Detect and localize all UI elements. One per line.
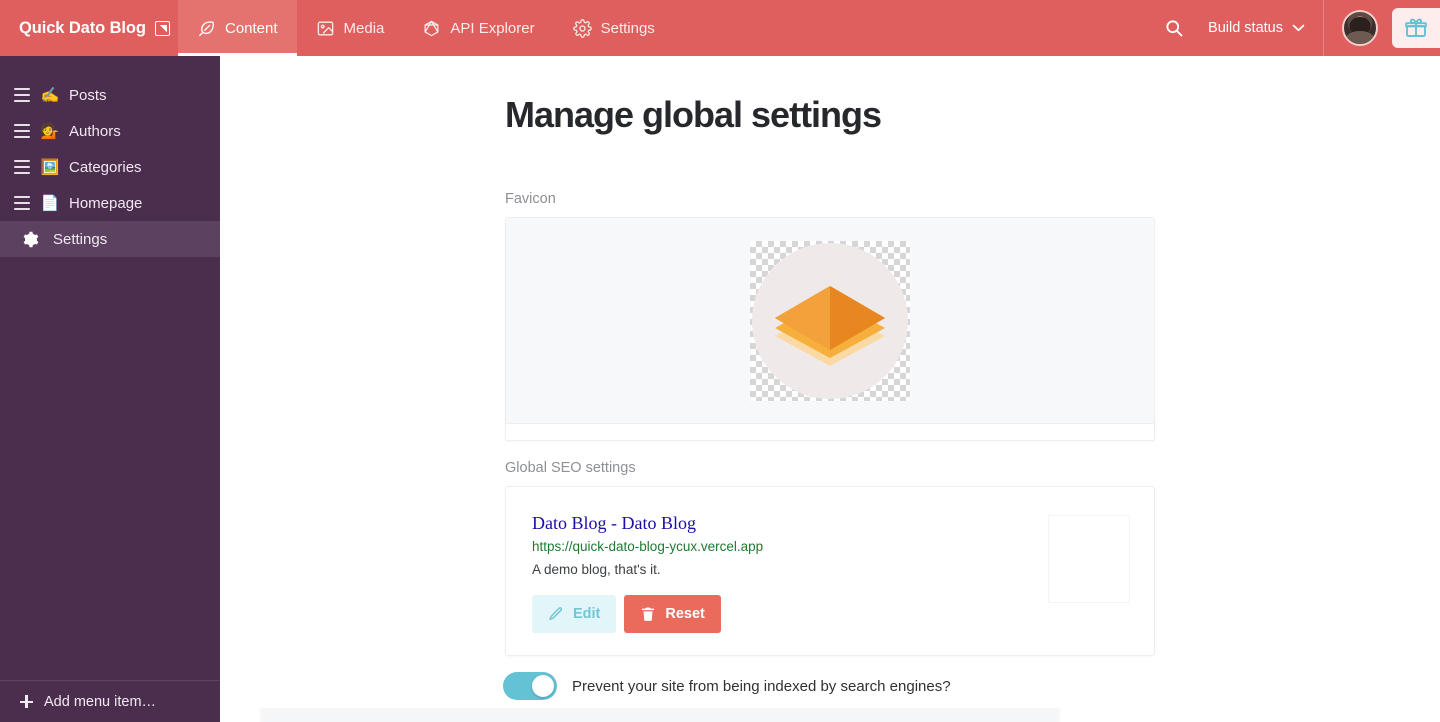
graphql-icon <box>424 20 439 36</box>
drag-handle-icon[interactable] <box>14 88 30 102</box>
gift-button[interactable] <box>1392 8 1440 48</box>
gift-icon <box>1405 18 1427 37</box>
edit-button[interactable]: Edit <box>532 595 617 633</box>
favicon-disc <box>752 242 908 399</box>
person-icon: 💁 <box>40 121 60 140</box>
top-bar-right: Build status <box>1152 0 1440 56</box>
trash-icon <box>642 607 655 621</box>
picture-icon: 🖼️ <box>40 157 60 176</box>
sidebar-menu: ✍️ Posts 💁 Authors 🖼️ Categories 📄 Homep… <box>0 56 220 257</box>
favicon-canvas <box>506 218 1154 424</box>
nav-tab-api-explorer-label: API Explorer <box>450 19 535 37</box>
top-bar: Quick Dato Blog Content Media API Explor… <box>0 0 1440 56</box>
nav-tab-settings-label: Settings <box>600 19 655 37</box>
nav-tab-settings[interactable]: Settings <box>554 0 674 56</box>
favicon-card-footer <box>506 424 1154 440</box>
image-icon <box>317 20 333 36</box>
reset-button[interactable]: Reset <box>624 595 721 633</box>
sidebar-item-settings[interactable]: Settings <box>0 221 220 257</box>
writing-hand-icon: ✍️ <box>40 85 60 104</box>
search-button[interactable] <box>1152 0 1196 56</box>
favicon-image[interactable] <box>750 240 910 401</box>
primary-nav: Content Media API Explorer Settings <box>178 0 674 56</box>
drag-handle-icon[interactable] <box>14 124 30 138</box>
avatar[interactable] <box>1342 10 1378 46</box>
edit-button-label: Edit <box>573 606 601 622</box>
nav-tab-content[interactable]: Content <box>178 0 297 56</box>
build-status-dropdown[interactable]: Build status <box>1196 0 1319 56</box>
favicon-field-label: Favicon <box>505 191 556 207</box>
external-link-icon[interactable] <box>154 20 170 36</box>
top-bar-divider <box>1323 0 1324 56</box>
brand-label: Quick Dato Blog <box>19 18 146 37</box>
seo-field: Global SEO settings Dato Blog - Dato Blo… <box>505 460 1155 656</box>
nav-tab-api-explorer[interactable]: API Explorer <box>403 0 553 56</box>
sidebar-item-settings-label: Settings <box>53 230 108 248</box>
search-icon <box>1166 20 1183 37</box>
seo-preview-description: A demo blog, that's it. <box>532 562 661 577</box>
nav-tab-media[interactable]: Media <box>297 0 404 56</box>
gear-icon <box>23 231 39 247</box>
sidebar-item-homepage-label: Homepage <box>69 194 143 212</box>
seo-preview-url: https://quick-dato-blog-ycux.vercel.app <box>532 539 764 554</box>
orange-layered-diamond-icon <box>775 285 885 366</box>
chevron-down-icon <box>1292 24 1305 32</box>
seo-preview-title[interactable]: Dato Blog - Dato Blog <box>532 513 1036 534</box>
sidebar-item-categories-label: Categories <box>69 158 142 176</box>
nav-tab-media-label: Media <box>343 19 385 37</box>
brand-logo[interactable]: Quick Dato Blog <box>0 0 178 56</box>
favicon-card <box>505 217 1155 441</box>
gear-icon <box>572 18 592 38</box>
sidebar: ✍️ Posts 💁 Authors 🖼️ Categories 📄 Homep… <box>0 56 220 722</box>
toggle-knob <box>532 675 554 697</box>
feather-icon <box>199 20 214 36</box>
seo-preview-thumbnail <box>1048 515 1130 603</box>
main-content: Manage global settings Favicon Global SE… <box>220 56 1440 722</box>
sidebar-item-posts-label: Posts <box>69 86 107 104</box>
sidebar-item-posts[interactable]: ✍️ Posts <box>0 77 220 113</box>
prevent-indexing-toggle[interactable] <box>503 672 557 700</box>
drag-handle-icon[interactable] <box>14 196 30 210</box>
reset-button-label: Reset <box>665 606 705 622</box>
sidebar-item-authors[interactable]: 💁 Authors <box>0 113 220 149</box>
seo-actions: Edit Reset <box>532 595 1036 633</box>
next-field-card-edge <box>260 708 1060 722</box>
nav-tab-content-label: Content <box>225 19 278 37</box>
drag-handle-icon[interactable] <box>14 160 30 174</box>
seo-field-label: Global SEO settings <box>505 460 636 476</box>
build-status-label: Build status <box>1208 20 1283 36</box>
favicon-field: Favicon <box>505 191 1155 441</box>
seo-preview-card: Dato Blog - Dato Blog https://quick-dato… <box>505 486 1155 656</box>
pencil-icon <box>549 607 563 621</box>
sidebar-item-categories[interactable]: 🖼️ Categories <box>0 149 220 185</box>
sidebar-item-authors-label: Authors <box>69 122 121 140</box>
plus-icon <box>20 695 33 708</box>
add-menu-item-label: Add menu item… <box>44 693 157 710</box>
add-menu-item-button[interactable]: Add menu item… <box>0 680 220 722</box>
seo-preview-body: Dato Blog - Dato Blog https://quick-dato… <box>532 513 1036 633</box>
index-toggle-row: Prevent your site from being indexed by … <box>503 672 951 700</box>
sidebar-item-homepage[interactable]: 📄 Homepage <box>0 185 220 221</box>
prevent-indexing-label: Prevent your site from being indexed by … <box>572 677 951 695</box>
page-title: Manage global settings <box>505 94 882 135</box>
page-icon: 📄 <box>40 193 60 212</box>
